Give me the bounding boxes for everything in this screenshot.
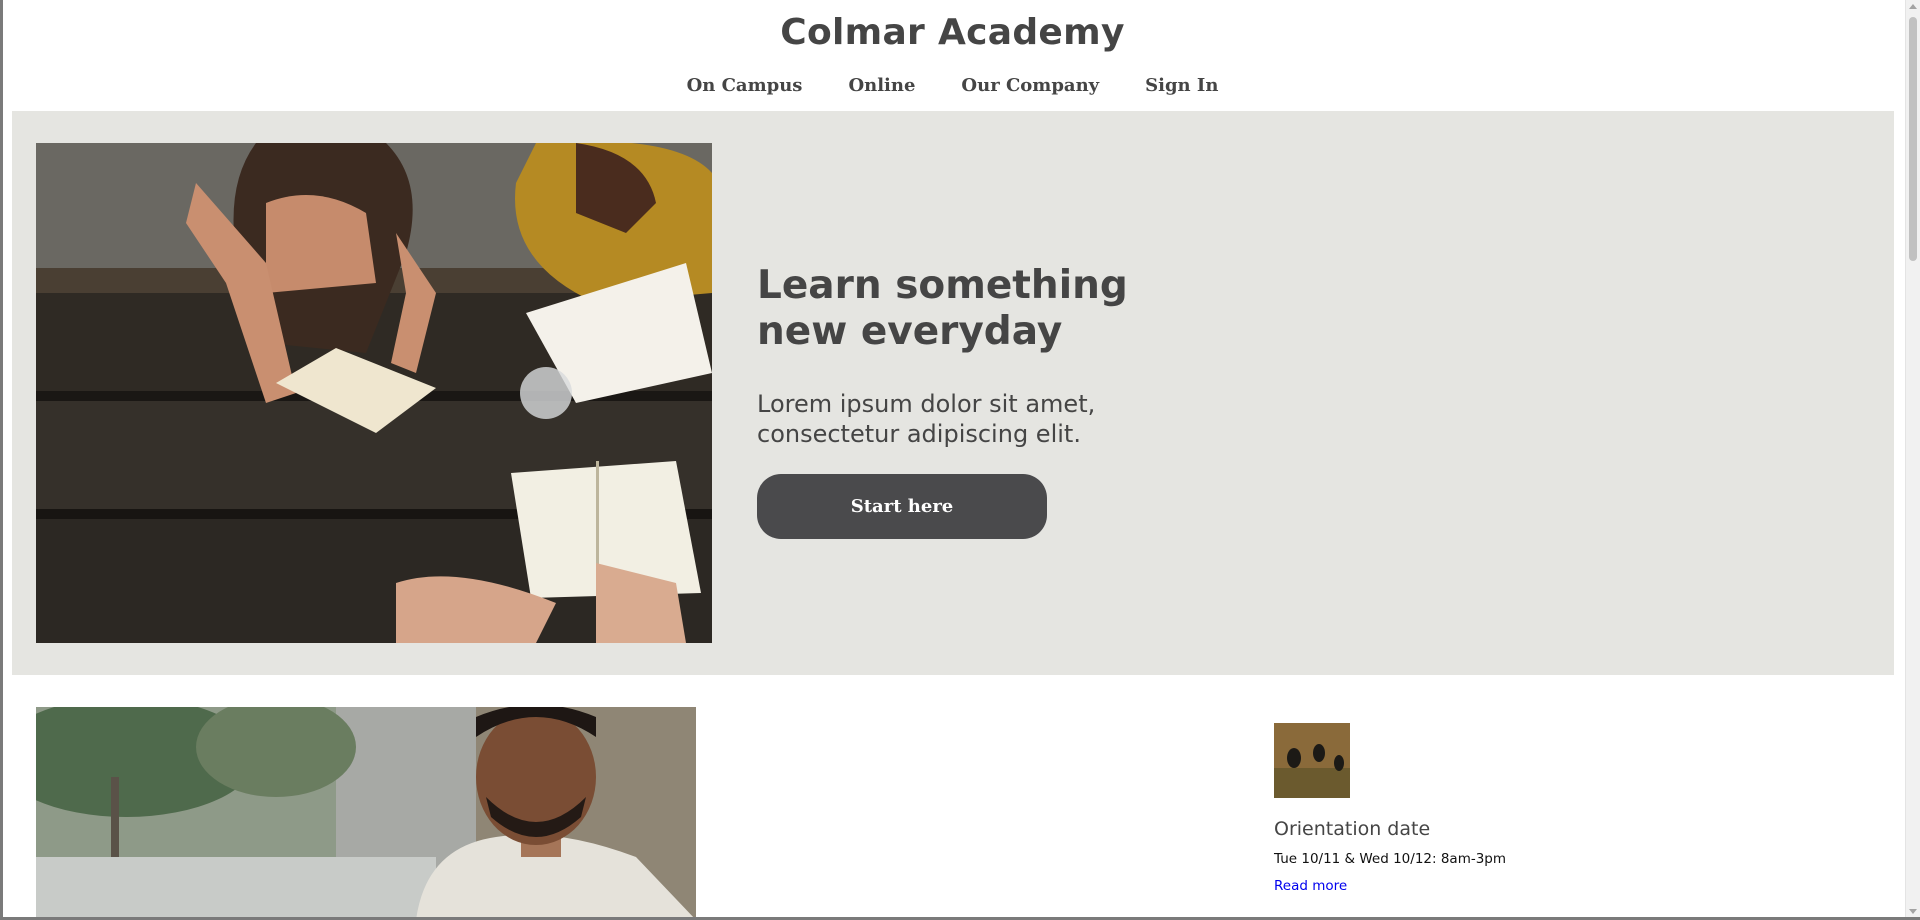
scroll-up-arrow-icon[interactable] xyxy=(1909,4,1917,9)
scroll-down-arrow-icon[interactable] xyxy=(1909,909,1917,914)
start-here-button[interactable]: Start here xyxy=(757,474,1047,539)
hero-text-block: Learn something new everyday Lorem ipsum… xyxy=(757,263,1177,449)
scrollbar-thumb[interactable] xyxy=(1909,17,1917,261)
hero-banner: Learn something new everyday Lorem ipsum… xyxy=(12,111,1894,675)
read-more-link[interactable]: Read more xyxy=(1274,878,1347,894)
nav-on-campus[interactable]: On Campus xyxy=(687,75,803,96)
event-title: Orientation date xyxy=(1274,818,1431,840)
site-title: Colmar Academy xyxy=(780,12,1125,53)
window-frame-left xyxy=(0,0,3,920)
nav-sign-in[interactable]: Sign In xyxy=(1145,75,1218,96)
feature-photo xyxy=(36,707,696,920)
hero-heading: Learn something new everyday xyxy=(757,263,1128,354)
event-date: Tue 10/11 & Wed 10/12: 8am-3pm xyxy=(1274,851,1507,867)
event-thumbnail xyxy=(1274,723,1350,798)
main-nav: On Campus Online Our Company Sign In xyxy=(0,75,1905,96)
hero-photo xyxy=(36,143,712,643)
hero-subtitle: Lorem ipsum dolor sit amet, consectetur … xyxy=(757,390,1096,448)
nav-online[interactable]: Online xyxy=(848,75,915,96)
nav-our-company[interactable]: Our Company xyxy=(961,75,1099,96)
page-scrollbar[interactable] xyxy=(1905,0,1920,920)
